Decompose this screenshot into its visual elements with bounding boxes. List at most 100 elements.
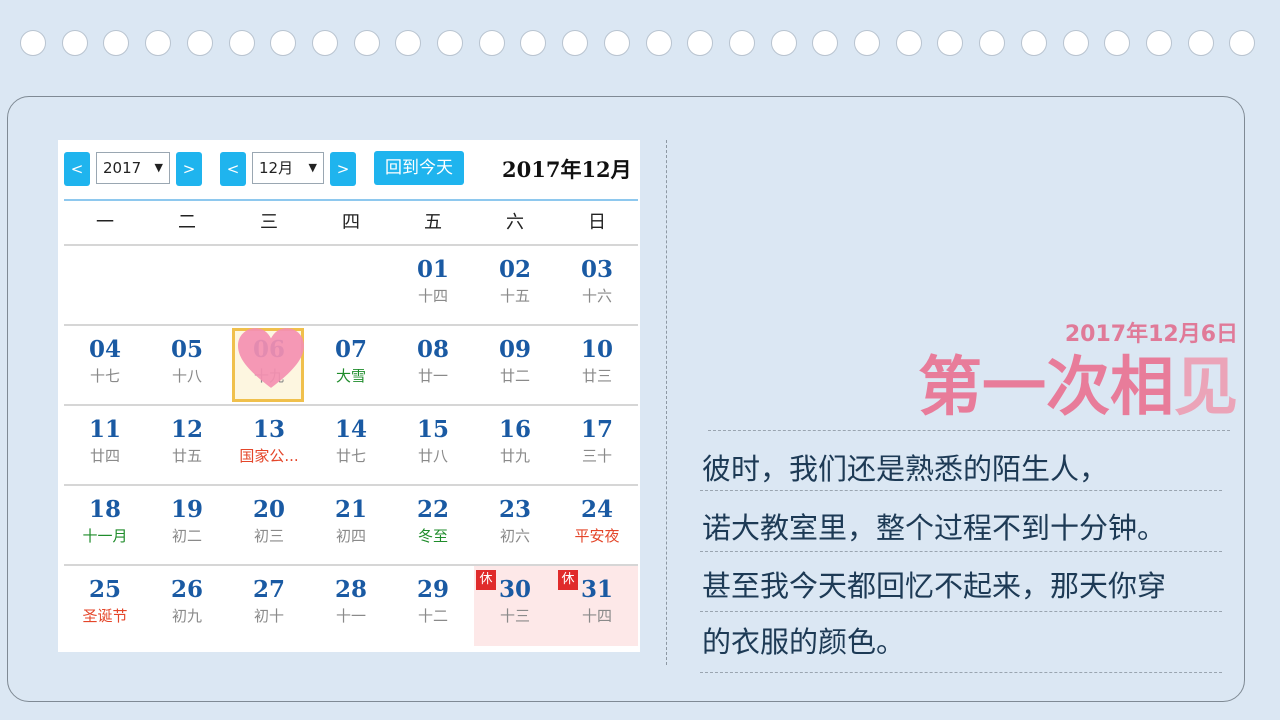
day-number: 21 — [334, 496, 367, 523]
binder-hole — [478, 30, 505, 56]
lunar-date-label: 廿五 — [171, 447, 202, 465]
calendar-day-cell[interactable]: 休 31 十四 — [556, 566, 638, 646]
calendar-day-cell[interactable]: 14 廿七 — [310, 406, 392, 486]
weekday-label: 三 — [260, 212, 278, 233]
lunar-date-label: 十三 — [499, 607, 530, 625]
calendar-day-cell[interactable]: 休 30 十三 — [474, 566, 556, 646]
lunar-date-label: 廿二 — [499, 367, 530, 385]
calendar-day-cell[interactable]: 18 十一月 — [64, 486, 146, 566]
binder-hole — [1145, 30, 1172, 56]
calendar-day-cell[interactable]: 23 初六 — [474, 486, 556, 566]
calendar-day-cell[interactable]: 11 廿四 — [64, 406, 146, 486]
calendar-day-cell[interactable]: 24 平安夜 — [556, 486, 638, 566]
weekday-label: 二 — [178, 212, 196, 233]
calendar-day-cell[interactable]: 27 初十 — [228, 566, 310, 646]
day-number: 17 — [580, 416, 613, 443]
lunar-date-label: 十一 — [335, 607, 366, 625]
weekday-label: 六 — [506, 212, 524, 233]
lunar-date-label: 初六 — [499, 527, 530, 545]
weekday-label: 一 — [96, 212, 114, 233]
calendar-day-cell[interactable]: 07 大雪 — [310, 326, 392, 406]
lunar-date-label: 三十 — [581, 447, 612, 465]
lunar-date-label: 初三 — [253, 527, 284, 545]
calendar-day-cell[interactable]: 15 廿八 — [392, 406, 474, 486]
binder-hole — [270, 30, 297, 56]
lunar-date-label: 廿三 — [581, 367, 612, 385]
calendar-day-cell[interactable]: 13 国家公... — [228, 406, 310, 486]
calendar-day-cell[interactable]: 21 初四 — [310, 486, 392, 566]
lunar-date-label: 十五 — [499, 287, 530, 305]
binder-hole — [770, 30, 797, 56]
vertical-divider — [666, 140, 667, 665]
day-number: 14 — [334, 416, 367, 443]
year-select[interactable]: 2017 ▼ — [96, 152, 170, 184]
binder-hole — [395, 30, 422, 56]
story-line: 彼时，我们还是熟悉的陌生人， — [702, 452, 1109, 486]
binder-hole — [1104, 30, 1131, 56]
lunar-date-label: 初十 — [253, 607, 284, 625]
lunar-date-label: 十一月 — [82, 527, 128, 545]
calendar-day-cell[interactable]: 08 廿一 — [392, 326, 474, 406]
day-number: 29 — [416, 576, 449, 603]
calendar-day-cell[interactable]: 20 初三 — [228, 486, 310, 566]
calendar-day-cell[interactable]: 04 十七 — [64, 326, 146, 406]
calendar-title: 2017年12月 — [502, 157, 632, 182]
calendar-day-cell[interactable]: 19 初二 — [146, 486, 228, 566]
story-line: 的衣服的颜色。 — [702, 625, 906, 659]
back-to-today-button[interactable]: 回到今天 — [374, 151, 464, 185]
headline-main: 第一次相 — [918, 351, 1174, 425]
day-grid: 01十四02十五03十六04十七05十八06十九07大雪08廿一09廿二10廿三… — [64, 244, 638, 646]
calendar-day-cell[interactable]: 02 十五 — [474, 246, 556, 326]
prev-month-button[interactable]: < — [220, 152, 246, 186]
day-number: 12 — [170, 416, 203, 443]
calendar-day-cell[interactable]: 10 廿三 — [556, 326, 638, 406]
year-select-value: 2017 — [103, 159, 142, 177]
calendar-day-cell[interactable]: 17 三十 — [556, 406, 638, 486]
next-month-button[interactable]: > — [330, 152, 356, 186]
calendar-day-cell[interactable]: 12 廿五 — [146, 406, 228, 486]
day-number: 20 — [252, 496, 285, 523]
calendar-day-cell[interactable]: 03 十六 — [556, 246, 638, 326]
lunar-date-label: 初二 — [171, 527, 202, 545]
day-number: 08 — [416, 336, 449, 363]
calendar-widget: < 2017 ▼ > < 12月 ▼ > 回到今天 2017年12月 一二三四五… — [58, 140, 640, 652]
binder-hole — [228, 30, 255, 56]
month-select-value: 12月 — [259, 159, 294, 177]
day-number: 10 — [580, 336, 613, 363]
calendar-day-cell[interactable]: 28 十一 — [310, 566, 392, 646]
binder-holes — [20, 30, 1260, 60]
weekday-label: 五 — [424, 212, 442, 233]
calendar-day-cell[interactable]: 16 廿九 — [474, 406, 556, 486]
calendar-day-cell[interactable]: 26 初九 — [146, 566, 228, 646]
day-number: 15 — [416, 416, 449, 443]
lunar-date-label: 十七 — [89, 367, 120, 385]
calendar-day-cell[interactable]: 01 十四 — [392, 246, 474, 326]
calendar-day-cell[interactable]: 09 廿二 — [474, 326, 556, 406]
line-rule — [700, 611, 1222, 612]
line-rule — [700, 672, 1222, 673]
day-number: 18 — [88, 496, 121, 523]
day-number: 09 — [498, 336, 531, 363]
lunar-date-label: 十六 — [581, 287, 612, 305]
line-rule — [700, 490, 1222, 491]
lunar-date-label: 初四 — [335, 527, 366, 545]
month-select[interactable]: 12月 ▼ — [252, 152, 324, 184]
lunar-date-label: 平安夜 — [574, 527, 620, 545]
binder-hole — [854, 30, 880, 56]
calendar-day-cell[interactable]: 29 十二 — [392, 566, 474, 646]
dropdown-arrow-icon: ▼ — [308, 161, 317, 174]
day-number: 24 — [580, 496, 613, 523]
calendar-day-cell[interactable]: 05 十八 — [146, 326, 228, 406]
next-year-button[interactable]: > — [176, 152, 202, 186]
calendar-day-cell[interactable]: 25 圣诞节 — [64, 566, 146, 646]
binder-hole — [145, 30, 172, 56]
prev-year-button[interactable]: < — [64, 152, 90, 186]
binder-hole — [937, 30, 964, 56]
calendar-day-cell[interactable]: 22 冬至 — [392, 486, 474, 566]
binder-hole — [61, 30, 88, 56]
header-divider — [64, 199, 638, 201]
binder-hole — [353, 30, 380, 56]
heart-icon — [238, 328, 304, 388]
day-number: 11 — [88, 416, 121, 443]
binder-hole — [186, 30, 213, 56]
